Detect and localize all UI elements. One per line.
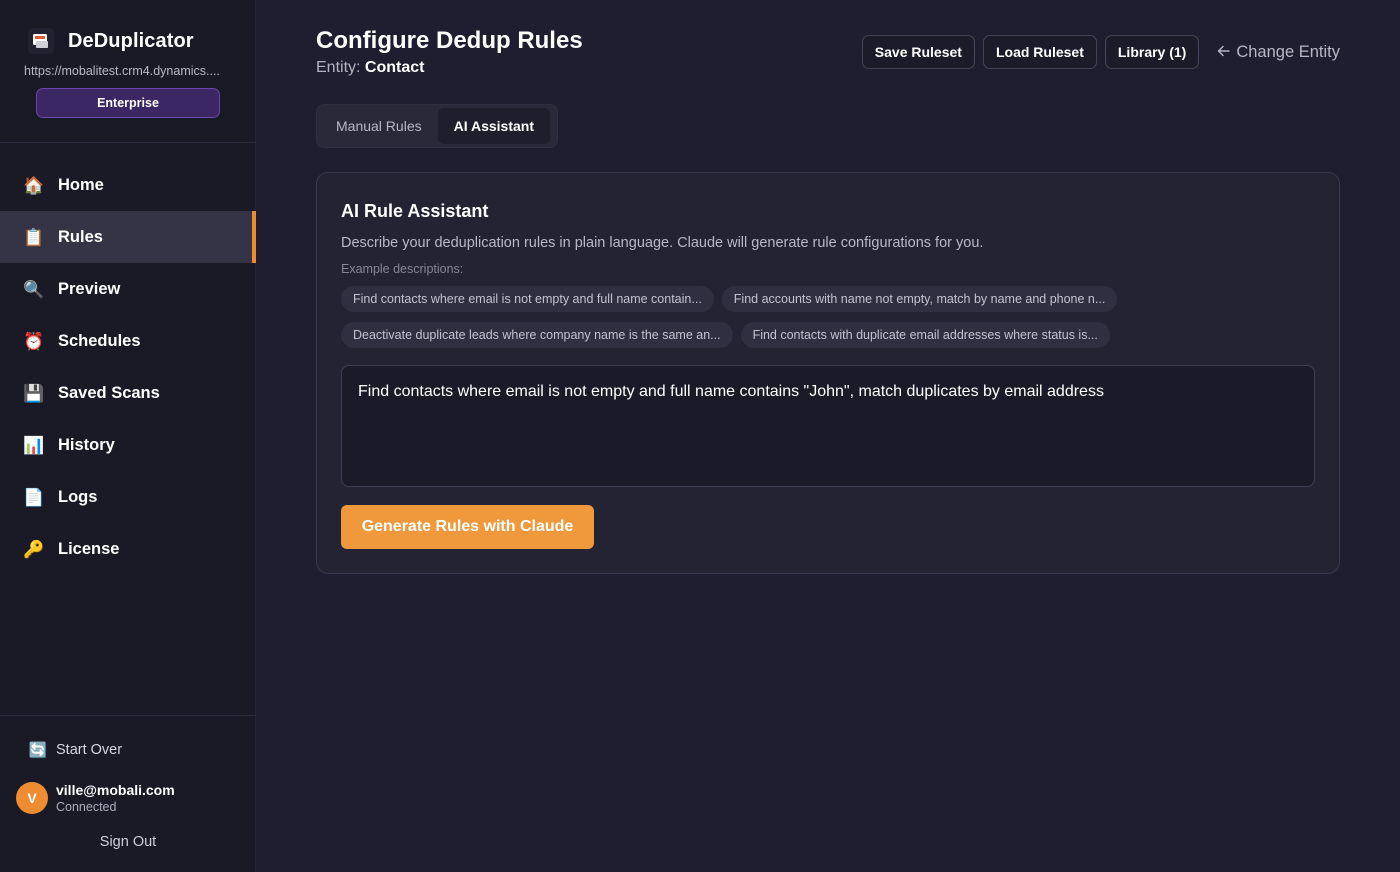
user-info: V ville@mobali.com Connected (16, 782, 175, 814)
app-name: DeDuplicator (68, 29, 194, 52)
sidebar-item-label: Schedules (58, 331, 141, 350)
sidebar-item-preview[interactable]: 🔍 Preview (0, 263, 256, 315)
sidebar-item-rules[interactable]: 📋 Rules (0, 211, 256, 263)
change-entity-label: Change Entity (1236, 42, 1340, 61)
card-title: AI Rule Assistant (341, 201, 489, 221)
sidebar: DeDuplicator https://mobalitest.crm4.dyn… (0, 0, 256, 872)
change-entity-link[interactable]: Change Entity (1217, 43, 1340, 62)
sidebar-item-label: Logs (58, 487, 98, 506)
mode-tabs: Manual Rules AI Assistant (316, 104, 558, 148)
library-button[interactable]: Library (1) (1104, 35, 1200, 69)
entity-value: Contact (364, 59, 425, 76)
example-chip[interactable]: Find contacts with duplicate email addre… (740, 322, 1110, 348)
sidebar-item-label: Saved Scans (58, 383, 160, 402)
example-chip[interactable]: Deactivate duplicate leads where company… (341, 322, 733, 348)
floppy-disk-icon: 💾 (23, 383, 45, 403)
sidebar-item-label: Rules (58, 227, 103, 246)
entity-line: Entity: Contact (316, 59, 424, 77)
header-actions: Save Ruleset Load Ruleset Library (1) Ch… (861, 35, 1340, 69)
avatar: V (16, 782, 48, 814)
rule-description-input[interactable]: Find contacts where email is not empty a… (341, 365, 1315, 487)
key-icon: 🔑 (23, 539, 45, 559)
sidebar-nav: 🏠 Home 📋 Rules 🔍 Preview ⏰ Schedules 💾 S… (0, 159, 256, 575)
org-url: https://mobalitest.crm4.dynamics.... (24, 64, 220, 78)
examples-label: Example descriptions: (341, 262, 464, 276)
brand: DeDuplicator (28, 28, 194, 54)
user-email: ville@mobali.com (56, 782, 175, 798)
sidebar-item-label: License (58, 539, 120, 558)
page-icon: 📄 (23, 487, 45, 507)
sidebar-item-label: Home (58, 175, 104, 194)
tab-manual-rules[interactable]: Manual Rules (320, 108, 438, 144)
page-title: Configure Dedup Rules (316, 27, 583, 54)
sidebar-item-saved-scans[interactable]: 💾 Saved Scans (0, 367, 256, 419)
magnifier-icon: 🔍 (23, 279, 45, 299)
plan-badge: Enterprise (36, 88, 220, 118)
generate-rules-button[interactable]: Generate Rules with Claude (341, 505, 594, 549)
ai-rule-assistant-card: AI Rule Assistant Describe your deduplic… (316, 172, 1340, 574)
alarm-clock-icon: ⏰ (23, 331, 45, 351)
arrow-left-icon (1217, 43, 1231, 62)
example-chips: Find contacts where email is not empty a… (341, 286, 1321, 348)
start-over-label: Start Over (56, 742, 123, 758)
start-over-button[interactable]: 🔄 Start Over (28, 740, 122, 760)
sign-out-button[interactable]: Sign Out (0, 834, 256, 850)
save-ruleset-button[interactable]: Save Ruleset (861, 35, 975, 69)
connection-status: Connected (56, 800, 117, 814)
tab-ai-assistant[interactable]: AI Assistant (437, 108, 550, 144)
sidebar-item-history[interactable]: 📊 History (0, 419, 256, 471)
entity-label: Entity: (316, 59, 361, 76)
sidebar-divider (0, 142, 256, 143)
clipboard-icon: 📋 (23, 227, 45, 247)
sidebar-item-logs[interactable]: 📄 Logs (0, 471, 256, 523)
refresh-icon: 🔄 (28, 741, 48, 759)
load-ruleset-button[interactable]: Load Ruleset (982, 35, 1097, 69)
sidebar-item-schedules[interactable]: ⏰ Schedules (0, 315, 256, 367)
sidebar-divider (0, 715, 256, 716)
example-chip[interactable]: Find contacts where email is not empty a… (341, 286, 714, 312)
example-chip[interactable]: Find accounts with name not empty, match… (721, 286, 1118, 312)
app-logo-icon (28, 28, 54, 54)
house-icon: 🏠 (23, 175, 45, 195)
sidebar-item-home[interactable]: 🏠 Home (0, 159, 256, 211)
sidebar-item-label: Preview (58, 279, 121, 298)
card-description: Describe your deduplication rules in pla… (341, 235, 984, 251)
bar-chart-icon: 📊 (23, 435, 45, 455)
sidebar-item-license[interactable]: 🔑 License (0, 523, 256, 575)
sidebar-item-label: History (58, 435, 115, 454)
